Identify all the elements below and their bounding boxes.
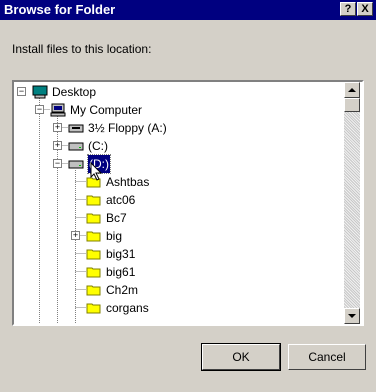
folder-icon: [86, 195, 101, 206]
tree-item-folder[interactable]: big: [86, 227, 206, 245]
folder-icon: [86, 249, 101, 260]
scroll-down-button[interactable]: [344, 308, 360, 324]
arrow-down-icon: [348, 314, 356, 318]
tree-item-floppy-a[interactable]: 3½ Floppy (A:): [68, 119, 208, 137]
close-button[interactable]: X: [357, 2, 373, 16]
tree-item-folder[interactable]: Ch2m: [86, 281, 206, 299]
tree-item-my-computer[interactable]: My Computer: [50, 101, 190, 119]
ok-button[interactable]: OK: [201, 343, 281, 371]
tree-item-label: corgans: [106, 301, 149, 315]
expand-c-drive-icon[interactable]: +: [53, 141, 62, 150]
help-button[interactable]: ?: [340, 2, 356, 16]
hard-drive-icon: [68, 142, 84, 151]
instruction-text: Install files to this location:: [12, 42, 152, 56]
window-title: Browse for Folder: [4, 2, 116, 17]
tree-item-folder[interactable]: atc06: [86, 191, 206, 209]
mouse-cursor-icon: [90, 162, 103, 181]
cancel-button[interactable]: Cancel: [288, 344, 366, 370]
tree-item-label: 3½ Floppy (A:): [88, 121, 167, 135]
tree-item-label: big: [106, 229, 123, 243]
scroll-thumb[interactable]: [344, 98, 360, 112]
tree-item-desktop[interactable]: Desktop: [32, 83, 152, 101]
vertical-scrollbar[interactable]: [344, 82, 360, 324]
tree-item-label: Ashtbas: [106, 175, 150, 189]
tree-item-folder[interactable]: Ashtbas: [86, 173, 206, 191]
folder-icon: [86, 267, 101, 278]
tree-item-label: Desktop: [52, 85, 97, 99]
tree-item-folder[interactable]: Bc7: [86, 209, 206, 227]
expand-floppy-icon[interactable]: +: [53, 123, 62, 132]
tree-item-folder[interactable]: big31: [86, 245, 206, 263]
title-bar[interactable]: Browse for Folder ? X: [0, 0, 376, 20]
tree-item-label: (C:): [88, 139, 108, 153]
desktop-icon: [32, 85, 48, 99]
hard-drive-icon: [68, 160, 84, 169]
floppy-drive-icon: [68, 124, 84, 133]
tree-item-label: atc06: [106, 193, 136, 207]
folder-tree[interactable]: − − + + − + Desktop My Computer 3½ Flopp…: [12, 80, 364, 326]
tree-item-label: Bc7: [106, 211, 127, 225]
computer-icon: [50, 103, 66, 117]
folder-icon: [86, 285, 101, 296]
collapse-my-computer-icon[interactable]: −: [35, 105, 44, 114]
collapse-desktop-icon[interactable]: −: [17, 87, 26, 96]
tree-item-folder[interactable]: big61: [86, 263, 206, 281]
arrow-up-icon: [348, 88, 356, 92]
tree-item-label: big61: [106, 265, 136, 279]
tree-item-label: Ch2m: [106, 283, 139, 297]
scroll-up-button[interactable]: [344, 82, 360, 98]
tree-item-label: big31: [106, 247, 136, 261]
tree-item-label: My Computer: [70, 103, 143, 117]
tree-item-folder[interactable]: corgans: [86, 299, 206, 317]
tree-item-c-drive[interactable]: (C:): [68, 137, 148, 155]
collapse-d-drive-icon[interactable]: −: [53, 159, 62, 168]
folder-icon: [86, 231, 101, 242]
expand-bc7-icon[interactable]: +: [71, 231, 80, 240]
folder-icon: [86, 213, 101, 224]
folder-icon: [86, 303, 101, 314]
tree-item-d-drive[interactable]: (D:): [68, 154, 148, 174]
